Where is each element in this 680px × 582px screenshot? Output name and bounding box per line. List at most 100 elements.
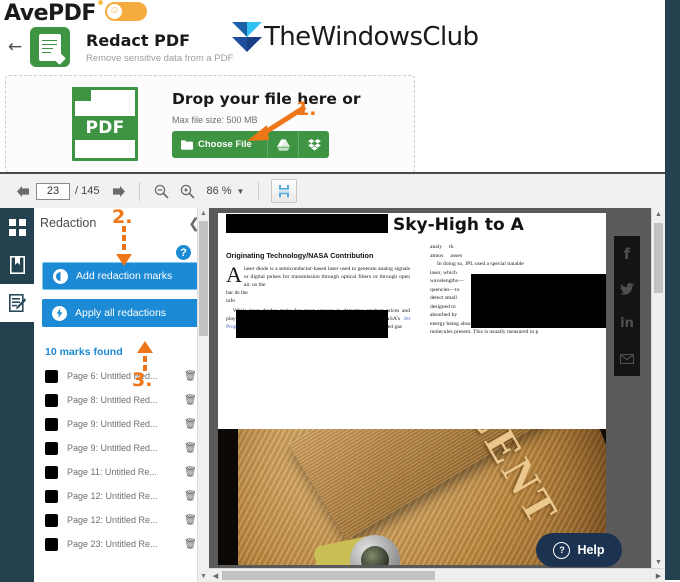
list-item[interactable]: Page 12: Untitled Re... 🗑 (34, 508, 208, 532)
mark-label: Page 6: Untitled Red... (67, 371, 158, 381)
redaction-panel-title: Redaction (40, 216, 97, 230)
list-item[interactable]: Page 23: Untitled Re... 🗑 (34, 532, 208, 556)
zoom-out-icon[interactable] (148, 178, 174, 204)
chevron-down-icon[interactable]: ▼ (237, 187, 245, 196)
trash-icon[interactable]: 🗑 (184, 443, 198, 454)
add-redaction-marks-label: Add redaction marks (76, 270, 173, 282)
body-stub: asses (450, 252, 462, 259)
twitter-icon[interactable] (614, 271, 640, 306)
mark-label: Page 11: Untitled Re... (67, 467, 157, 477)
body-stub: ds the (234, 290, 248, 297)
panel-scrollbar[interactable]: ▲ ▼ (197, 208, 209, 582)
list-item[interactable]: Page 12: Untitled Re... 🗑 (34, 484, 208, 508)
trash-icon[interactable]: 🗑 (184, 419, 198, 430)
marker-circle-icon (53, 268, 68, 284)
scroll-up-arrow-icon[interactable]: ▲ (652, 208, 665, 221)
document-vertical-scrollbar[interactable]: ▲ ▼ (651, 208, 665, 569)
trash-icon[interactable]: 🗑 (184, 467, 198, 478)
sidebar-item-redaction[interactable] (0, 284, 34, 322)
logo-text: AvePDF (4, 1, 96, 26)
scroll-right-arrow-icon[interactable]: ▶ (652, 572, 665, 580)
column-heading: Originating Technology/NASA Contribution (226, 251, 374, 260)
panel-help-icon[interactable]: ? (176, 245, 191, 260)
mark-color-swatch (45, 441, 58, 455)
watermark: TheWindowsClub (232, 22, 479, 52)
page-title: Redact PDF (86, 30, 191, 50)
toolbar-divider-1 (139, 181, 141, 201)
theme-toggle[interactable]: ☺ (104, 1, 147, 21)
list-item[interactable]: Page 9: Untitled Red... 🗑 (34, 436, 208, 460)
zoom-in-icon[interactable] (174, 178, 200, 204)
help-button-label: Help (577, 543, 605, 557)
redaction-mark[interactable] (471, 274, 606, 328)
back-arrow-icon[interactable]: ← (0, 37, 30, 57)
thumbnails-grid-icon (8, 218, 26, 236)
redaction-panel-header: Redaction ❮ (34, 208, 208, 238)
body-stub: analy (430, 244, 443, 250)
mark-label: Page 9: Untitled Red... (67, 443, 158, 453)
redaction-mark[interactable] (236, 310, 388, 338)
windowsclub-diamond-icon (232, 22, 262, 52)
mark-color-swatch (45, 489, 58, 503)
mark-color-swatch (45, 417, 58, 431)
redaction-marks-list[interactable]: Page 6: Untitled Red... 🗑 Page 8: Untitl… (34, 364, 208, 560)
scrollbar-thumb[interactable] (654, 223, 663, 293)
sidebar-item-bookmarks[interactable] (0, 246, 34, 284)
pdf-viewer-toolbar: / 145 86 % ▼ (0, 174, 665, 209)
page-number-input[interactable] (36, 182, 70, 200)
add-redaction-marks-button[interactable]: Add redaction marks (42, 262, 198, 290)
mark-color-swatch (45, 513, 58, 527)
page-total-label: / 145 (75, 185, 100, 197)
list-item[interactable]: Page 6: Untitled Red... 🗑 (34, 364, 208, 388)
scroll-up-arrow-icon[interactable]: ▲ (198, 208, 209, 219)
page-subtitle: Remove sensitive data from a PDF (86, 52, 234, 64)
mark-label: Page 23: Untitled Re... (67, 539, 158, 549)
document-viewport[interactable]: Sky-High to A Originating Technology/NAS… (209, 208, 665, 582)
apply-all-redactions-button[interactable]: Apply all redactions (42, 299, 198, 327)
sidebar-item-thumbnails[interactable] (0, 208, 34, 246)
mark-color-swatch (45, 369, 58, 383)
scroll-left-arrow-icon[interactable]: ◀ (209, 572, 222, 580)
redact-document-icon (30, 27, 70, 67)
body-stub: info (226, 297, 236, 304)
watermark-text: TheWindowsClub (264, 22, 479, 52)
next-page-icon[interactable] (105, 178, 131, 204)
trash-icon[interactable]: 🗑 (184, 371, 198, 382)
body-stub: ns the (252, 282, 266, 289)
redaction-panel: Redaction ❮ ? Add redaction marks Apply … (34, 208, 209, 582)
scroll-down-arrow-icon[interactable]: ▼ (198, 571, 209, 582)
redaction-mark[interactable] (226, 214, 388, 233)
pdf-viewer: / 145 86 % ▼ (0, 172, 665, 582)
mark-label: Page 12: Untitled Re... (67, 491, 158, 501)
list-item[interactable]: Page 11: Untitled Re... 🗑 (34, 460, 208, 484)
scrollbar-thumb[interactable] (199, 221, 208, 336)
help-question-icon: ? (553, 541, 571, 559)
scrollbar-thumb[interactable] (222, 571, 435, 580)
list-item[interactable]: Page 8: Untitled Red... 🗑 (34, 388, 208, 412)
dropcap: A (226, 262, 242, 288)
trash-icon[interactable]: 🗑 (184, 539, 198, 550)
fit-page-icon[interactable] (271, 179, 298, 203)
help-button[interactable]: ? Help (536, 533, 622, 567)
mark-label: Page 8: Untitled Red... (67, 395, 158, 405)
trash-icon[interactable]: 🗑 (184, 515, 198, 526)
body-paragraph: laser diode is a semiconductor-based las… (243, 266, 410, 289)
document-title: Sky-High to A (393, 215, 524, 235)
trash-icon[interactable]: 🗑 (184, 395, 198, 406)
body-stub: th (449, 244, 454, 250)
facebook-icon[interactable]: f (614, 236, 640, 271)
body-stub: atmos (430, 252, 444, 259)
email-icon[interactable] (614, 341, 640, 376)
linkedin-icon[interactable]: in (614, 306, 640, 341)
scrollbar-track[interactable] (222, 570, 652, 581)
lightning-circle-icon (52, 305, 67, 321)
folder-icon (181, 139, 193, 150)
pdf-icon-label: PDF (85, 118, 125, 138)
list-item[interactable]: Page 9: Untitled Red... 🗑 (34, 412, 208, 436)
file-dropzone[interactable]: PDF Drop your file here or Max file size… (5, 75, 415, 173)
trash-icon[interactable]: 🗑 (184, 491, 198, 502)
previous-page-icon[interactable] (10, 178, 36, 204)
brand-logo[interactable]: AvePDF ☺ (4, 0, 147, 26)
mark-color-swatch (45, 393, 58, 407)
toolbar-divider-2 (258, 181, 260, 201)
